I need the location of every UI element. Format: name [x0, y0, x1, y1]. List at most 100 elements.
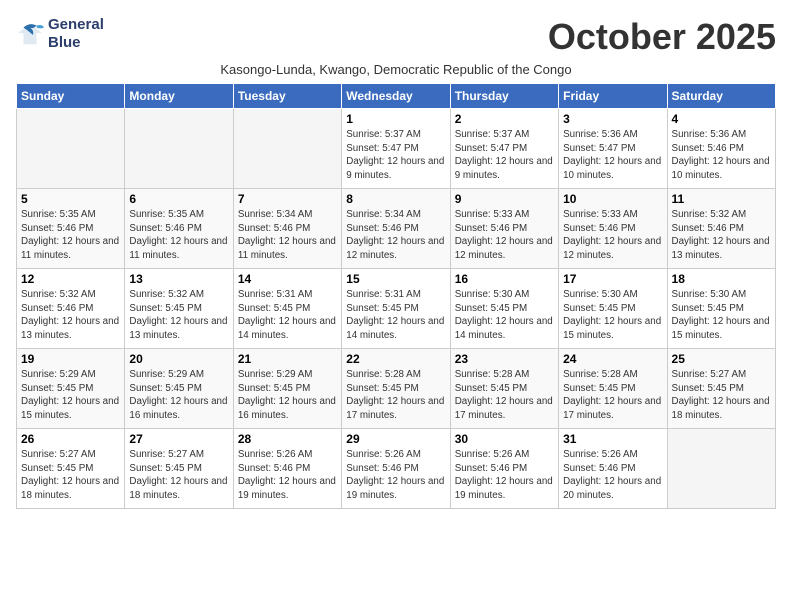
day-info: Sunrise: 5:29 AM Sunset: 5:45 PM Dayligh…: [238, 368, 337, 423]
day-number: 8: [346, 192, 445, 206]
day-number: 25: [672, 352, 771, 366]
day-number: 20: [129, 352, 228, 366]
calendar-cell: 21 Sunrise: 5:29 AM Sunset: 5:45 PM Dayli…: [233, 349, 341, 429]
day-info: Sunrise: 5:34 AM Sunset: 5:46 PM Dayligh…: [238, 208, 337, 263]
day-info: Sunrise: 5:30 AM Sunset: 5:45 PM Dayligh…: [455, 288, 554, 343]
day-number: 26: [21, 432, 120, 446]
day-info: Sunrise: 5:34 AM Sunset: 5:46 PM Dayligh…: [346, 208, 445, 263]
day-number: 29: [346, 432, 445, 446]
day-info: Sunrise: 5:36 AM Sunset: 5:46 PM Dayligh…: [672, 128, 771, 183]
day-number: 24: [563, 352, 662, 366]
calendar-cell: 12 Sunrise: 5:32 AM Sunset: 5:46 PM Dayli…: [17, 269, 125, 349]
day-number: 14: [238, 272, 337, 286]
weekday-header: Sunday: [17, 84, 125, 109]
day-info: Sunrise: 5:26 AM Sunset: 5:46 PM Dayligh…: [455, 448, 554, 503]
day-number: 22: [346, 352, 445, 366]
calendar-cell: [667, 429, 775, 509]
day-info: Sunrise: 5:32 AM Sunset: 5:45 PM Dayligh…: [129, 288, 228, 343]
day-number: 27: [129, 432, 228, 446]
header: General Blue October 2025: [16, 16, 776, 58]
day-number: 30: [455, 432, 554, 446]
calendar-week-row: 26 Sunrise: 5:27 AM Sunset: 5:45 PM Dayli…: [17, 429, 776, 509]
month-title: October 2025: [548, 16, 776, 58]
day-info: Sunrise: 5:36 AM Sunset: 5:47 PM Dayligh…: [563, 128, 662, 183]
calendar-week-row: 1 Sunrise: 5:37 AM Sunset: 5:47 PM Daylig…: [17, 109, 776, 189]
day-number: 13: [129, 272, 228, 286]
day-info: Sunrise: 5:33 AM Sunset: 5:46 PM Dayligh…: [455, 208, 554, 263]
day-info: Sunrise: 5:29 AM Sunset: 5:45 PM Dayligh…: [21, 368, 120, 423]
calendar-cell: 23 Sunrise: 5:28 AM Sunset: 5:45 PM Dayli…: [450, 349, 558, 429]
calendar-week-row: 12 Sunrise: 5:32 AM Sunset: 5:46 PM Dayli…: [17, 269, 776, 349]
day-number: 19: [21, 352, 120, 366]
day-info: Sunrise: 5:37 AM Sunset: 5:47 PM Dayligh…: [455, 128, 554, 183]
calendar-cell: 2 Sunrise: 5:37 AM Sunset: 5:47 PM Daylig…: [450, 109, 558, 189]
weekday-header: Saturday: [667, 84, 775, 109]
calendar-cell: 15Sunrise: 5:31 AM Sunset: 5:45 PM Dayli…: [342, 269, 450, 349]
day-info: Sunrise: 5:35 AM Sunset: 5:46 PM Dayligh…: [21, 208, 120, 263]
day-number: 23: [455, 352, 554, 366]
calendar-cell: 10 Sunrise: 5:33 AM Sunset: 5:46 PM Dayli…: [559, 189, 667, 269]
day-info: Sunrise: 5:32 AM Sunset: 5:46 PM Dayligh…: [672, 208, 771, 263]
day-number: 5: [21, 192, 120, 206]
calendar-cell: 13 Sunrise: 5:32 AM Sunset: 5:45 PM Dayli…: [125, 269, 233, 349]
calendar-cell: 17 Sunrise: 5:30 AM Sunset: 5:45 PM Dayli…: [559, 269, 667, 349]
day-number: 15: [346, 272, 445, 286]
calendar-cell: 9 Sunrise: 5:33 AM Sunset: 5:46 PM Daylig…: [450, 189, 558, 269]
day-number: 2: [455, 112, 554, 126]
day-number: 3: [563, 112, 662, 126]
day-number: 17: [563, 272, 662, 286]
calendar-cell: 14 Sunrise: 5:31 AM Sunset: 5:45 PM Dayli…: [233, 269, 341, 349]
day-number: 31: [563, 432, 662, 446]
weekday-header: Monday: [125, 84, 233, 109]
calendar-cell: 31 Sunrise: 5:26 AM Sunset: 5:46 PM Dayli…: [559, 429, 667, 509]
day-number: 12: [21, 272, 120, 286]
day-info: Sunrise: 5:30 AM Sunset: 5:45 PM Dayligh…: [563, 288, 662, 343]
day-info: Sunrise: 5:28 AM Sunset: 5:45 PM Dayligh…: [346, 368, 445, 423]
calendar-table: SundayMondayTuesdayWednesdayThursdayFrid…: [16, 83, 776, 509]
day-info: Sunrise: 5:28 AM Sunset: 5:45 PM Dayligh…: [455, 368, 554, 423]
day-number: 4: [672, 112, 771, 126]
weekday-header: Thursday: [450, 84, 558, 109]
day-number: 28: [238, 432, 337, 446]
calendar-cell: 29 Sunrise: 5:26 AM Sunset: 5:46 PM Dayli…: [342, 429, 450, 509]
calendar-cell: [125, 109, 233, 189]
calendar-week-row: 19 Sunrise: 5:29 AM Sunset: 5:45 PM Dayli…: [17, 349, 776, 429]
day-info: Sunrise: 5:29 AM Sunset: 5:45 PM Dayligh…: [129, 368, 228, 423]
calendar-cell: 26 Sunrise: 5:27 AM Sunset: 5:45 PM Dayli…: [17, 429, 125, 509]
day-info: Sunrise: 5:32 AM Sunset: 5:46 PM Dayligh…: [21, 288, 120, 343]
calendar-cell: 5 Sunrise: 5:35 AM Sunset: 5:46 PM Daylig…: [17, 189, 125, 269]
day-number: 21: [238, 352, 337, 366]
day-number: 16: [455, 272, 554, 286]
day-info: Sunrise: 5:27 AM Sunset: 5:45 PM Dayligh…: [672, 368, 771, 423]
day-number: 9: [455, 192, 554, 206]
day-number: 11: [672, 192, 771, 206]
day-info: Sunrise: 5:27 AM Sunset: 5:45 PM Dayligh…: [21, 448, 120, 503]
day-info: Sunrise: 5:26 AM Sunset: 5:46 PM Dayligh…: [346, 448, 445, 503]
calendar-cell: 3 Sunrise: 5:36 AM Sunset: 5:47 PM Daylig…: [559, 109, 667, 189]
day-info: Sunrise: 5:37 AM Sunset: 5:47 PM Dayligh…: [346, 128, 445, 183]
subtitle: Kasongo-Lunda, Kwango, Democratic Republ…: [16, 62, 776, 77]
calendar-cell: 20 Sunrise: 5:29 AM Sunset: 5:45 PM Dayli…: [125, 349, 233, 429]
day-info: Sunrise: 5:26 AM Sunset: 5:46 PM Dayligh…: [238, 448, 337, 503]
day-info: Sunrise: 5:31 AM Sunset: 5:45 PM Dayligh…: [238, 288, 337, 343]
day-number: 1: [346, 112, 445, 126]
weekday-header: Tuesday: [233, 84, 341, 109]
calendar-cell: 27Sunrise: 5:27 AM Sunset: 5:45 PM Dayli…: [125, 429, 233, 509]
calendar-cell: 22 Sunrise: 5:28 AM Sunset: 5:45 PM Dayli…: [342, 349, 450, 429]
day-info: Sunrise: 5:28 AM Sunset: 5:45 PM Dayligh…: [563, 368, 662, 423]
day-info: Sunrise: 5:33 AM Sunset: 5:46 PM Dayligh…: [563, 208, 662, 263]
weekday-header: Wednesday: [342, 84, 450, 109]
day-info: Sunrise: 5:26 AM Sunset: 5:46 PM Dayligh…: [563, 448, 662, 503]
day-number: 10: [563, 192, 662, 206]
weekday-header-row: SundayMondayTuesdayWednesdayThursdayFrid…: [17, 84, 776, 109]
day-info: Sunrise: 5:35 AM Sunset: 5:46 PM Dayligh…: [129, 208, 228, 263]
calendar-cell: 30 Sunrise: 5:26 AM Sunset: 5:46 PM Dayli…: [450, 429, 558, 509]
day-number: 18: [672, 272, 771, 286]
calendar-cell: 28 Sunrise: 5:26 AM Sunset: 5:46 PM Dayli…: [233, 429, 341, 509]
calendar-cell: 7Sunrise: 5:34 AM Sunset: 5:46 PM Daylig…: [233, 189, 341, 269]
day-number: 6: [129, 192, 228, 206]
calendar-cell: 16 Sunrise: 5:30 AM Sunset: 5:45 PM Dayli…: [450, 269, 558, 349]
day-info: Sunrise: 5:30 AM Sunset: 5:45 PM Dayligh…: [672, 288, 771, 343]
calendar-cell: 25 Sunrise: 5:27 AM Sunset: 5:45 PM Dayli…: [667, 349, 775, 429]
calendar-cell: 1 Sunrise: 5:37 AM Sunset: 5:47 PM Daylig…: [342, 109, 450, 189]
